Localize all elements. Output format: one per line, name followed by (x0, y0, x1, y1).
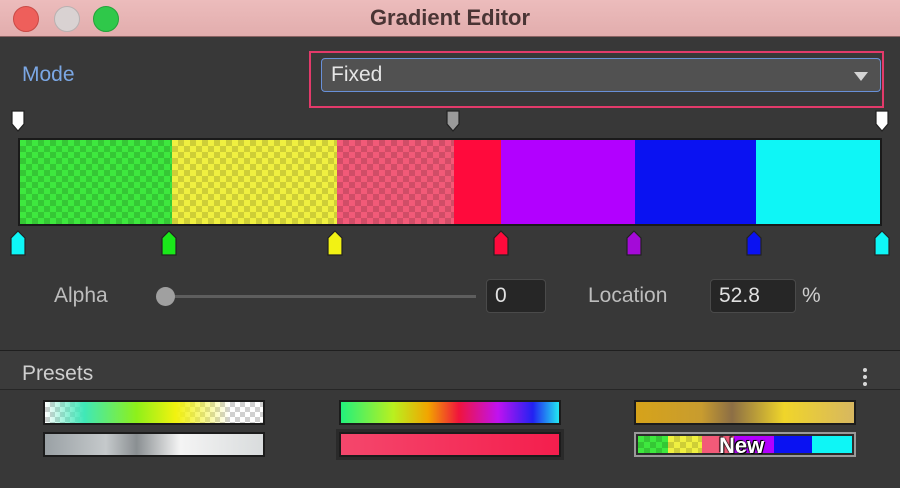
mini-segment (668, 436, 702, 453)
color-key-marker[interactable] (161, 230, 177, 256)
alpha-value-field[interactable]: 0 (486, 279, 546, 313)
alpha-key-marker[interactable] (875, 110, 889, 132)
presets-header (0, 350, 900, 390)
preset-swatch-1[interactable] (43, 400, 265, 425)
location-label: Location (588, 284, 668, 307)
preset-swatch-3[interactable] (339, 400, 561, 425)
more-options-icon[interactable] (862, 368, 868, 388)
alpha-slider-handle[interactable] (156, 287, 175, 306)
mini-segment (638, 436, 668, 453)
alpha-key-marker-selected[interactable] (446, 110, 460, 132)
location-value-field[interactable]: 52.8 (710, 279, 796, 313)
gradient-segment-purple (501, 140, 635, 224)
gradient-segment-green (20, 140, 172, 224)
gradient-editor-window: Gradient Editor Mode Fixed Alpha 0 Locat… (0, 0, 900, 488)
color-key-marker[interactable] (327, 230, 343, 256)
mode-dropdown[interactable]: Fixed (321, 58, 881, 92)
gradient-segment-pink (337, 140, 454, 224)
preset-swatch-4[interactable] (336, 429, 564, 460)
gradient-preview-bar[interactable] (18, 138, 882, 226)
mode-label: Mode (22, 63, 75, 86)
color-key-marker[interactable] (493, 230, 509, 256)
gradient-segment-yellow (172, 140, 337, 224)
presets-title: Presets (22, 362, 94, 385)
mini-segment (812, 436, 852, 453)
window-title: Gradient Editor (369, 5, 531, 30)
preset-swatch-2[interactable] (43, 432, 265, 457)
preset-swatch-5[interactable] (634, 400, 856, 425)
alpha-key-marker[interactable] (11, 110, 25, 132)
chevron-down-icon (854, 72, 868, 81)
mini-segment (774, 436, 812, 453)
alpha-label: Alpha (54, 284, 108, 307)
mode-value: Fixed (331, 63, 383, 86)
color-key-marker[interactable] (874, 230, 890, 256)
color-key-marker[interactable] (626, 230, 642, 256)
alpha-slider-track[interactable] (166, 295, 476, 298)
new-preset-label: New (719, 433, 765, 458)
gradient-segment-cyan (756, 140, 880, 224)
gradient-segment-blue (635, 140, 756, 224)
gradient-segment-red (454, 140, 501, 224)
color-key-marker[interactable] (746, 230, 762, 256)
color-key-marker[interactable] (10, 230, 26, 256)
location-unit: % (802, 284, 821, 307)
